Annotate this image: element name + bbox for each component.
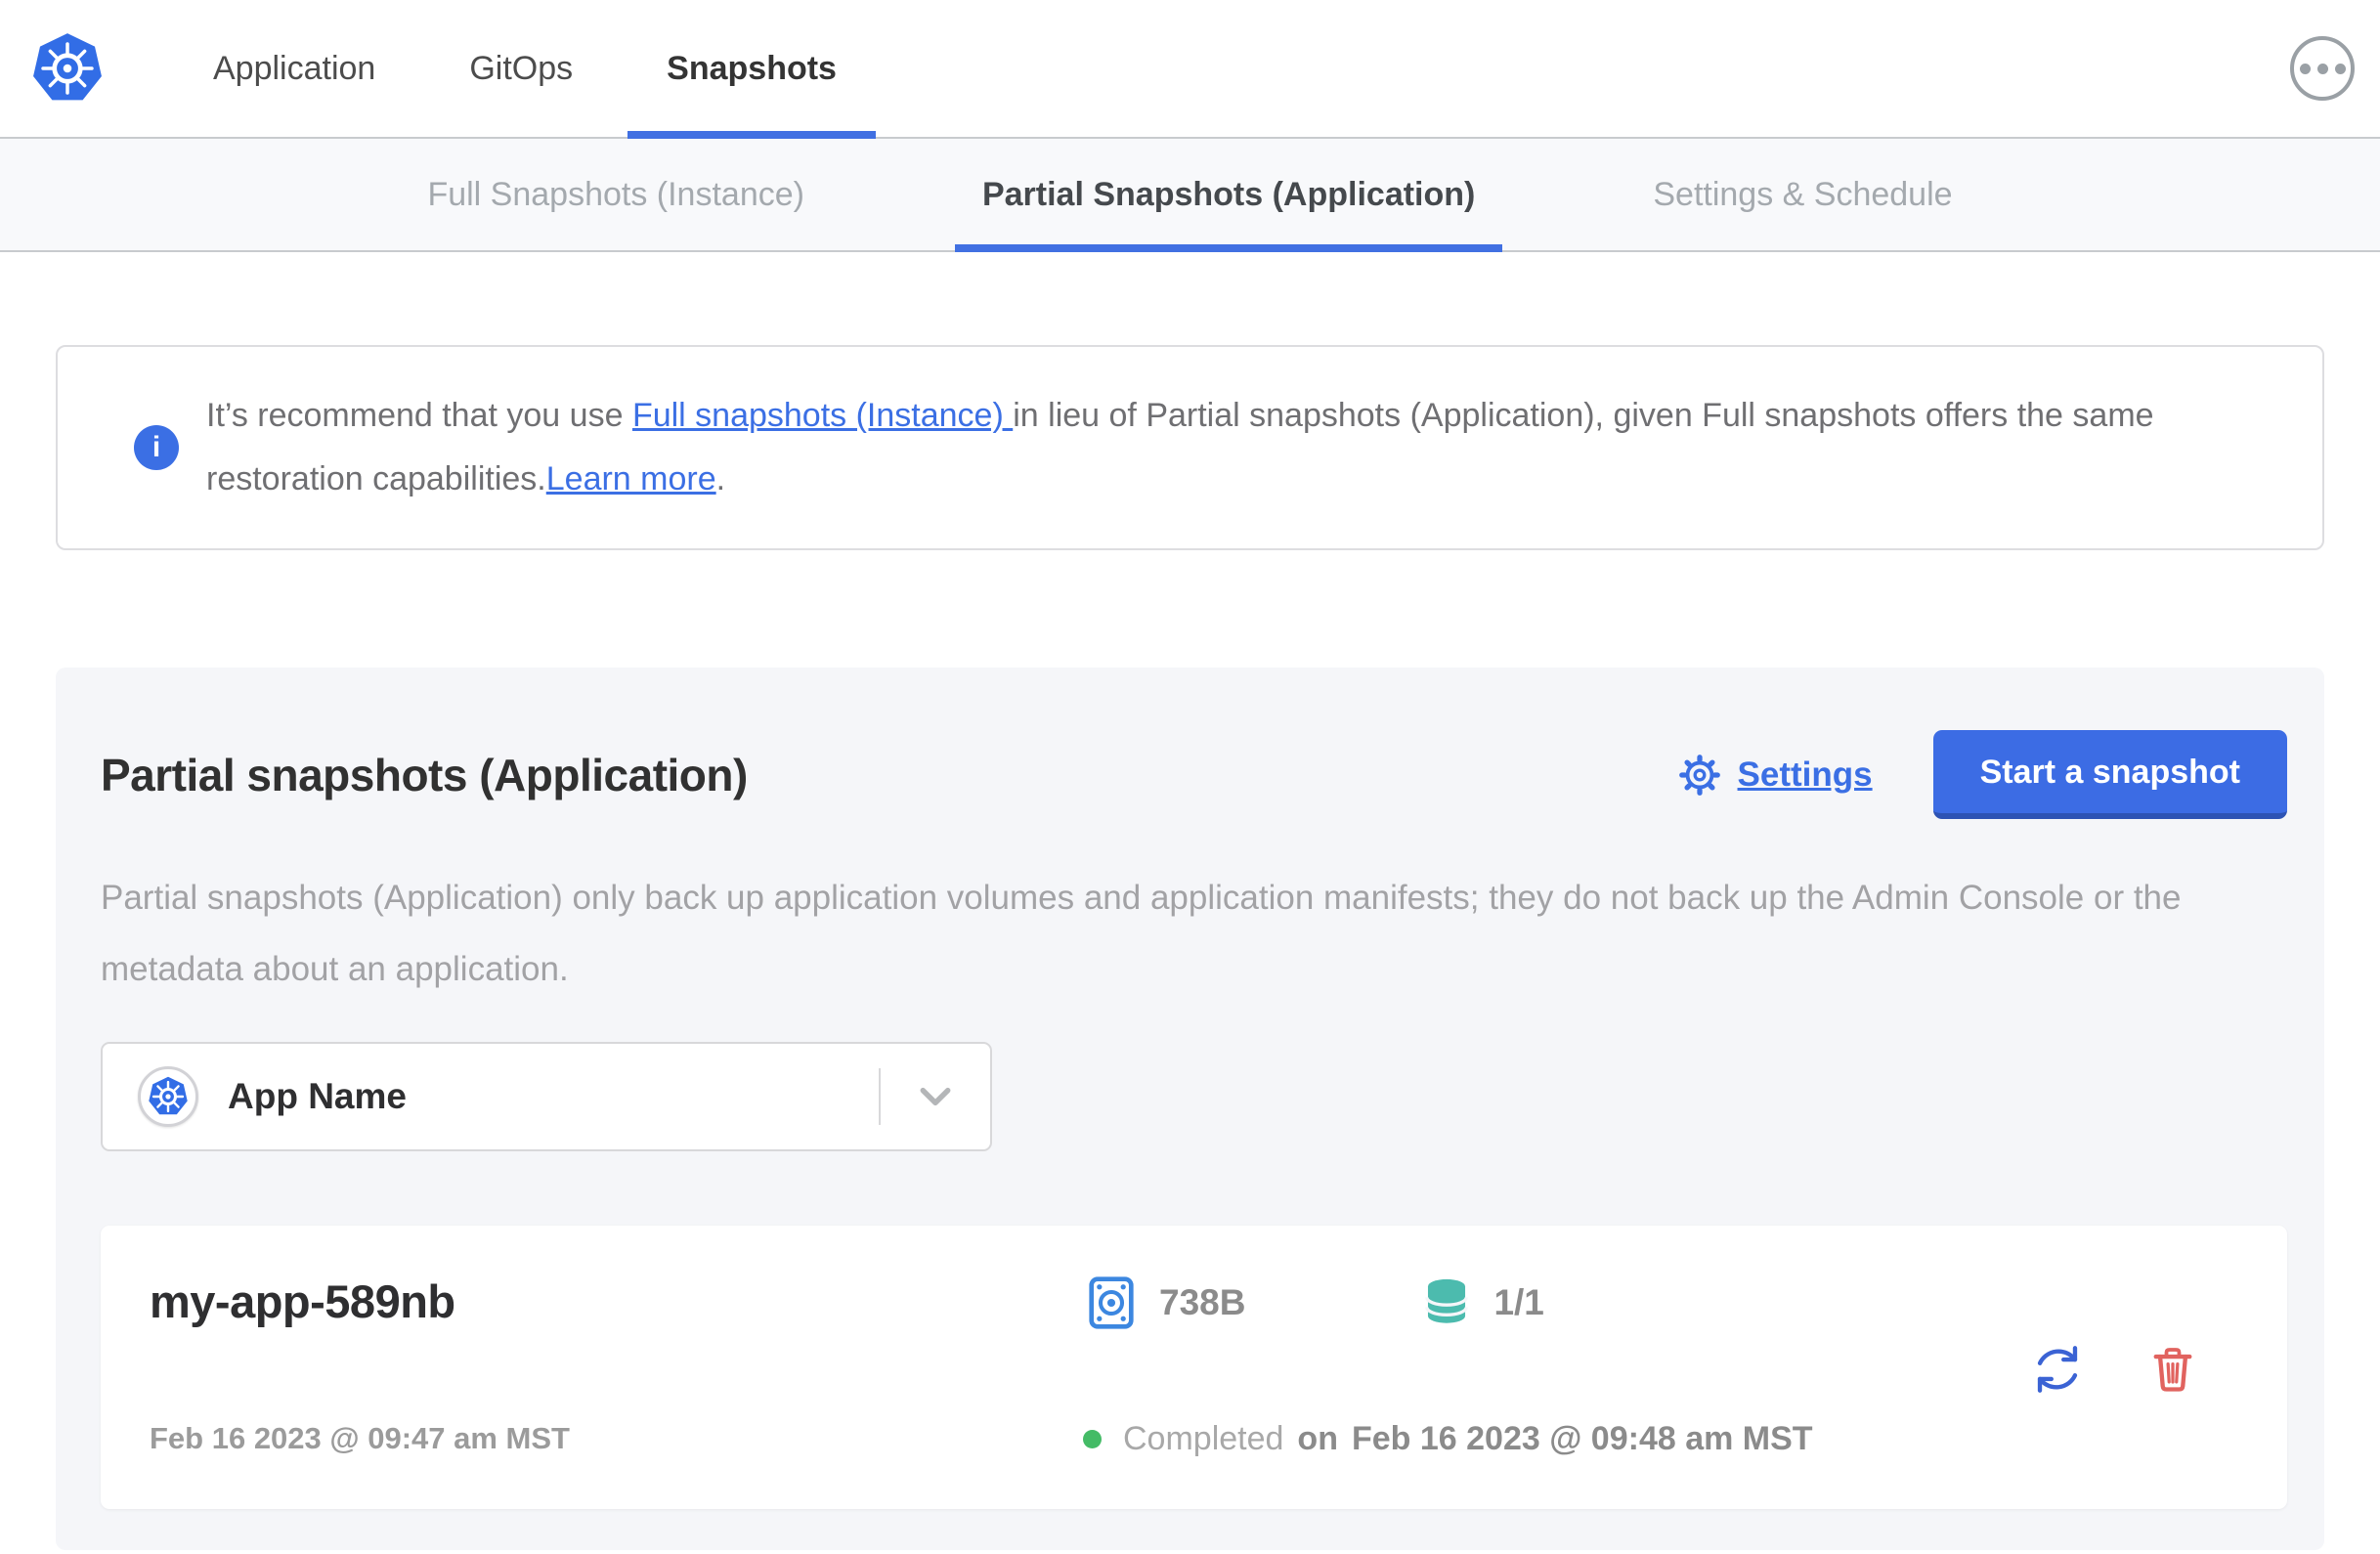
learn-more-link[interactable]: Learn more — [546, 460, 716, 497]
nav-item-gitops[interactable]: GitOps — [469, 0, 573, 137]
volumes-group: 1/1 — [1419, 1275, 1544, 1330]
snapshot-details: 738B 1/1 Completed on Feb 16 2023 @ 09:4… — [1083, 1274, 2027, 1464]
status-badge: Completed — [1123, 1420, 1284, 1457]
card-header: Partial snapshots (Application) Settings… — [101, 730, 2287, 819]
top-header: Application GitOps Snapshots — [0, 0, 2380, 139]
page-content: i It’s recommend that you use Full snaps… — [0, 252, 2380, 1550]
snapshot-started-timestamp: Feb 16 2023 @ 09:47 am MST — [150, 1421, 570, 1455]
chevron-down-icon[interactable] — [881, 1077, 990, 1116]
disk-icon — [1083, 1274, 1140, 1331]
status-dot — [1083, 1430, 1102, 1448]
partial-snapshots-card: Partial snapshots (Application) Settings… — [56, 668, 2324, 1550]
tab-settings-schedule[interactable]: Settings & Schedule — [1653, 139, 1952, 250]
restore-icon[interactable] — [2027, 1339, 2088, 1400]
nav-item-application[interactable]: Application — [213, 0, 375, 137]
info-icon: i — [134, 425, 179, 470]
gear-icon — [1676, 752, 1723, 799]
app-icon — [138, 1066, 198, 1127]
full-snapshots-link[interactable]: Full snapshots (Instance) — [632, 397, 1013, 434]
snapshot-row: my-app-589nb Feb 16 2023 @ 09:47 am MST — [101, 1226, 2287, 1509]
snapshot-actions — [2027, 1274, 2229, 1464]
banner-text-3: . — [715, 460, 726, 497]
settings-label: Settings — [1737, 755, 1873, 794]
tab-full-snapshots-instance[interactable]: Full Snapshots (Instance) — [427, 139, 804, 250]
page-title: Partial snapshots (Application) — [101, 749, 748, 800]
info-banner: i It’s recommend that you use Full snaps… — [56, 345, 2324, 550]
snapshot-size: 738B — [1159, 1282, 1246, 1322]
main-nav: Application GitOps Snapshots — [213, 0, 876, 139]
trash-icon[interactable] — [2146, 1341, 2199, 1398]
snapshot-name: my-app-589nb — [150, 1275, 455, 1327]
card-description: Partial snapshots (Application) only bac… — [101, 879, 2182, 988]
banner-text-1: It’s recommend that you use — [206, 397, 632, 434]
ellipsis-icon[interactable] — [2290, 36, 2355, 101]
app-name-select[interactable]: App Name — [101, 1042, 992, 1151]
snapshot-status-line: Completed on Feb 16 2023 @ 09:48 am MST — [1083, 1420, 2027, 1464]
settings-link[interactable]: Settings — [1676, 752, 1873, 799]
banner-text: It’s recommend that you use Full snapsho… — [206, 384, 2264, 511]
card-header-actions: Settings Start a snapshot — [1676, 730, 2287, 819]
kubernetes-logo — [29, 30, 106, 107]
snapshots-subnav: Full Snapshots (Instance) Partial Snapsh… — [0, 139, 2380, 252]
nav-item-snapshots[interactable]: Snapshots — [627, 0, 876, 139]
start-snapshot-button[interactable]: Start a snapshot — [1932, 730, 2287, 819]
app-select-value: App Name — [228, 1076, 407, 1116]
snapshot-identity: my-app-589nb Feb 16 2023 @ 09:47 am MST — [150, 1274, 1083, 1464]
snapshot-metrics: 738B 1/1 — [1083, 1274, 2027, 1331]
database-icon — [1419, 1275, 1474, 1330]
snapshot-volumes: 1/1 — [1493, 1282, 1544, 1322]
finished-prefix: on — [1297, 1420, 1338, 1457]
snapshot-finished-timestamp: Feb 16 2023 @ 09:48 am MST — [1351, 1420, 1813, 1457]
tab-partial-snapshots-application[interactable]: Partial Snapshots (Application) — [954, 139, 1503, 252]
